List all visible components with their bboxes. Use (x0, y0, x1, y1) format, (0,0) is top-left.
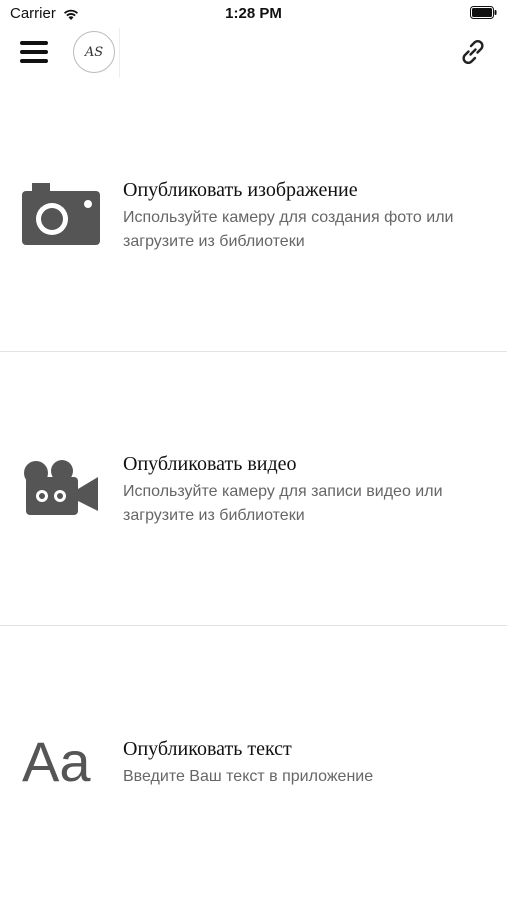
video-camera-icon (24, 460, 98, 515)
publish-text-option[interactable]: Aa Опубликовать текст Введите Ваш текст … (0, 626, 507, 900)
publish-image-title: Опубликовать изображение (123, 179, 358, 201)
app-logo[interactable]: AS (73, 31, 115, 73)
link-icon[interactable] (457, 36, 489, 68)
text-icon: Aa (22, 730, 91, 793)
publish-video-description: Используйте камеру для записи видео или … (123, 483, 443, 524)
publish-text-title: Опубликовать текст (123, 738, 292, 760)
publish-image-description: Используйте камеру для создания фото или… (123, 209, 454, 250)
status-time: 1:28 PM (225, 5, 282, 22)
publish-video-title: Опубликовать видео (123, 453, 297, 475)
logo-text: AS (84, 44, 104, 60)
logo-divider (119, 28, 120, 78)
nav-bar: AS (0, 28, 507, 80)
publish-video-option[interactable]: Опубликовать видео Используйте камеру дл… (0, 352, 507, 625)
battery-icon (470, 6, 497, 19)
hamburger-menu-icon[interactable] (20, 41, 48, 63)
status-bar: Carrier 1:28 PM (0, 0, 507, 28)
camera-icon (22, 183, 100, 245)
publish-image-option[interactable]: Опубликовать изображение Используйте кам… (0, 80, 507, 351)
publish-text-description: Введите Ваш текст в приложение (123, 768, 374, 785)
